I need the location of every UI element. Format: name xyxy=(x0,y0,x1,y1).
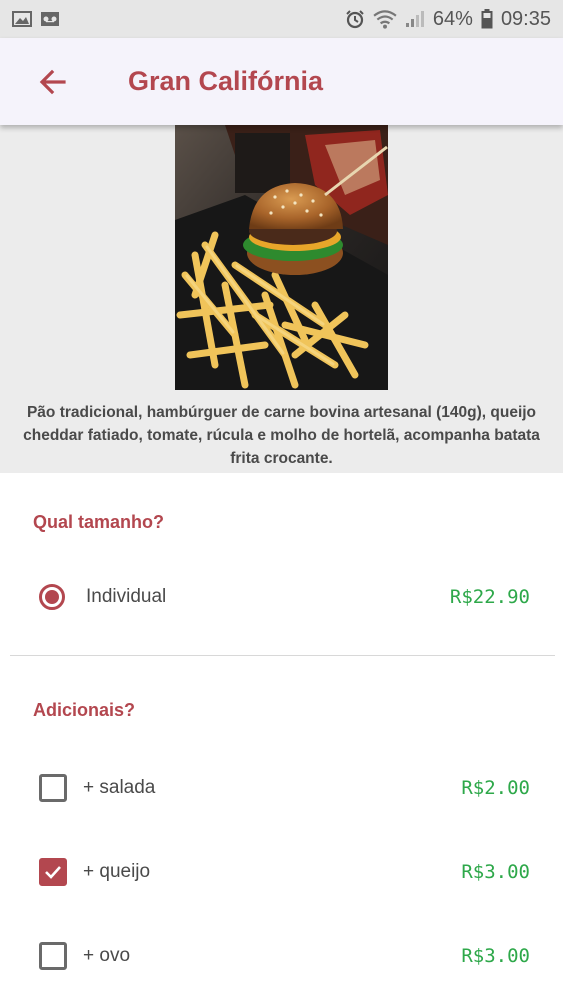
app-bar: Gran Califórnia xyxy=(0,38,563,125)
extra-option-price: R$3.00 xyxy=(461,945,530,967)
checkbox-queijo[interactable] xyxy=(39,858,67,886)
extra-option-queijo[interactable]: + queijo R$3.00 xyxy=(0,842,563,902)
voicemail-icon xyxy=(41,12,59,26)
size-option-price: R$22.90 xyxy=(449,586,530,608)
size-option-individual[interactable]: Individual R$22.90 xyxy=(0,567,563,627)
radio-selected-dot xyxy=(45,590,59,604)
product-photo xyxy=(175,125,388,390)
size-section-title: Qual tamanho? xyxy=(33,512,165,532)
wifi-icon xyxy=(373,10,397,29)
size-option-label: Individual xyxy=(86,586,167,607)
product-header: Pão tradicional, hambúrguer de carne bov… xyxy=(0,125,563,473)
image-icon xyxy=(12,11,32,27)
extra-option-price: R$3.00 xyxy=(461,861,530,883)
section-divider xyxy=(10,655,555,656)
battery-icon xyxy=(481,9,493,29)
product-description: Pão tradicional, hambúrguer de carne bov… xyxy=(23,404,540,467)
extra-option-label: + salada xyxy=(83,777,156,798)
checkbox-ovo[interactable] xyxy=(39,942,67,970)
extra-option-salada[interactable]: + salada R$2.00 xyxy=(0,758,563,818)
status-right-icons: 64% 09:35 xyxy=(345,8,551,31)
arrow-left-icon xyxy=(39,69,66,94)
check-icon xyxy=(45,866,61,879)
back-button[interactable] xyxy=(28,57,78,107)
alarm-icon xyxy=(346,10,364,29)
extra-option-label: + ovo xyxy=(83,945,131,966)
battery-percent: 64% xyxy=(432,7,473,30)
burger-and-fries-photo xyxy=(175,125,388,390)
radio-button[interactable] xyxy=(39,584,65,610)
checkbox-salada[interactable] xyxy=(39,774,67,802)
extra-option-price: R$2.00 xyxy=(461,777,530,799)
extra-option-label: + queijo xyxy=(83,861,151,882)
extra-option-ovo[interactable]: + ovo R$3.00 xyxy=(0,926,563,986)
status-left-icons xyxy=(12,11,60,27)
extras-section-title: Adicionais? xyxy=(33,700,136,720)
status-bar: 64% 09:35 xyxy=(0,0,563,38)
signal-icon xyxy=(405,11,424,27)
page-title: Gran Califórnia xyxy=(128,66,324,96)
status-time: 09:35 xyxy=(500,7,551,30)
